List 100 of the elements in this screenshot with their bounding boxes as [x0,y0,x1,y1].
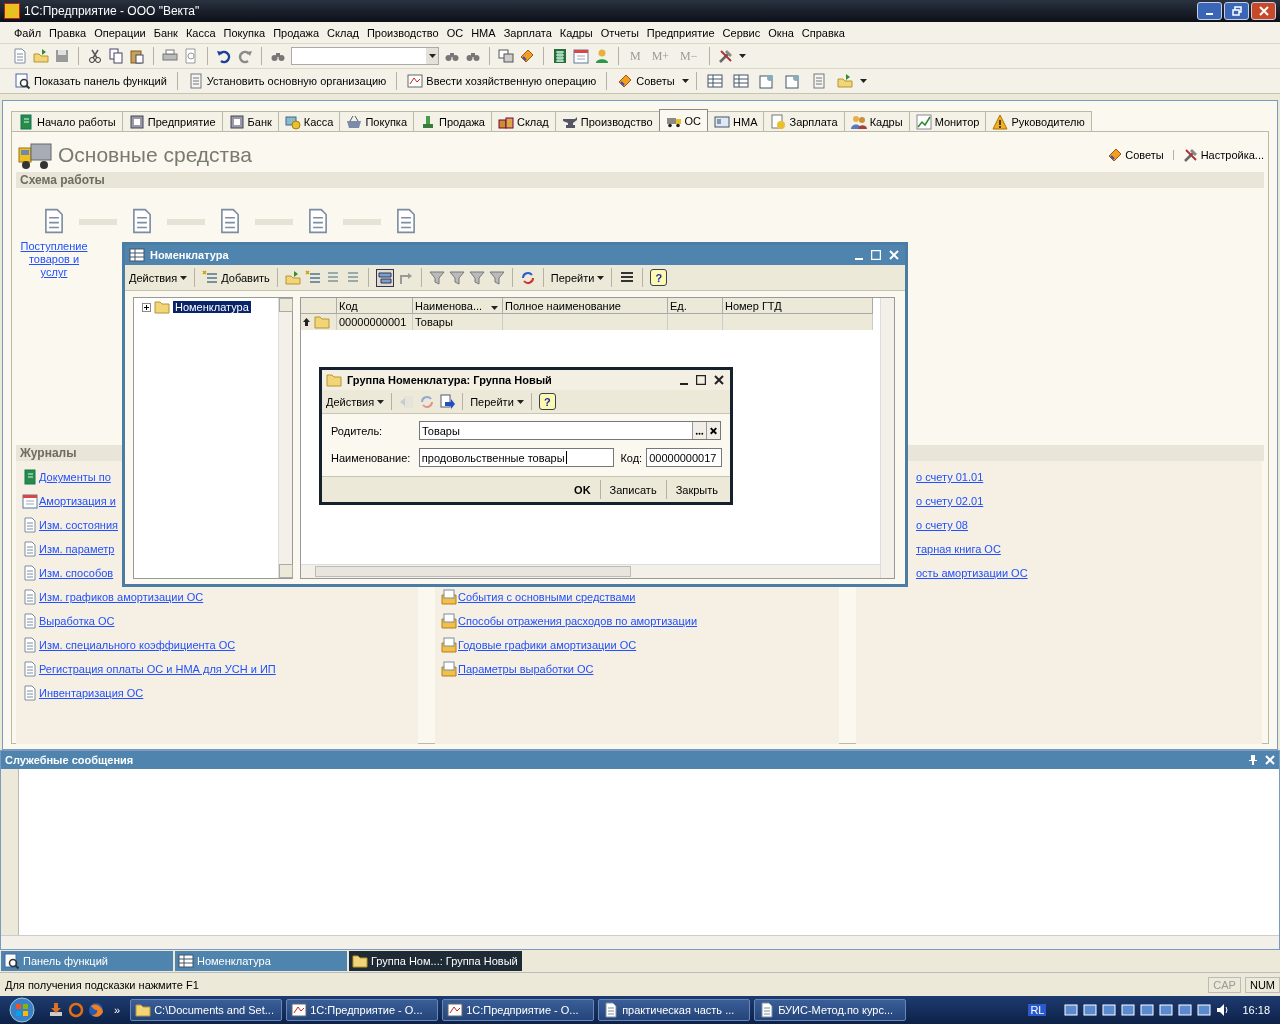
horizontal-scrollbar[interactable] [1,935,1279,949]
vertical-scrollbar[interactable] [880,298,894,578]
quick-launch-button[interactable] [88,1002,104,1018]
taskbar-button[interactable]: 1С:Предприятие - О... [286,999,439,1021]
menu-item[interactable]: Зарплата [499,24,556,41]
journal-link[interactable]: ость амортизации ОС [916,567,1028,579]
quick-launch-button[interactable] [48,1002,64,1018]
column-header[interactable]: Номер ГТД [723,298,873,314]
menu-item[interactable]: Отчеты [596,24,643,41]
column-header[interactable]: Наименова... [413,298,503,314]
actions-menu-button[interactable]: Действия [129,271,188,284]
language-indicator[interactable]: RL [1028,1004,1047,1016]
journal-link[interactable]: Изм. способов [39,567,114,579]
tab[interactable]: ОС [658,109,709,131]
tab[interactable]: Продажа [413,111,492,131]
menu-item[interactable]: Предприятие [642,24,719,41]
maximize-icon[interactable] [696,375,706,385]
window-tab[interactable]: Панель функций [1,951,173,971]
toolbar-button[interactable] [552,48,568,64]
window-tab[interactable]: Группа Ном...: Группа Новый [349,951,522,971]
menu-item[interactable]: НМА [467,24,500,41]
ok-button[interactable]: OK [568,483,597,496]
add-button[interactable]: Добавить [202,269,270,286]
goto-menu-button[interactable]: Перейти [550,271,605,284]
tab[interactable]: Банк [221,111,279,131]
quick-launch-button[interactable] [68,1002,84,1018]
tab[interactable]: Касса [277,111,341,131]
tab[interactable]: Кадры [843,111,910,131]
journal-link[interactable]: о счету 01.01 [916,471,984,483]
set-organization-button[interactable]: Установить основную организацию [184,73,390,89]
journal-link[interactable]: Способы отражения расходов по амортизации [458,615,698,627]
tab[interactable]: Зарплата [763,111,845,131]
hierarchy-toggle-button[interactable] [375,268,394,287]
journal-link[interactable]: События с основными средствами [458,591,636,603]
toolbar-button[interactable] [108,48,124,64]
journal-link[interactable]: Амортизация и [39,495,116,507]
menu-item[interactable]: Правка [45,24,91,41]
actions-menu-button[interactable]: Действия [326,395,385,408]
journal-link[interactable]: Годовые графики амортизации ОС [458,639,637,651]
taskbar-button[interactable]: БУИС-Метод.по курс... [754,999,907,1021]
journal-link[interactable]: Выработка ОС [39,615,115,627]
menu-item[interactable]: Покупка [219,24,270,41]
menu-item[interactable]: Банк [149,24,182,41]
tab[interactable]: Руководителю [985,111,1092,131]
menu-item[interactable]: Справка [797,24,849,41]
tips-link[interactable]: Советы [1107,147,1164,163]
journal-link[interactable]: Документы по [39,471,111,483]
pin-icon[interactable] [1249,755,1257,765]
more-button[interactable]: » [114,1004,121,1016]
window-tab[interactable]: Номенклатура [175,951,347,971]
close-icon[interactable] [714,375,724,385]
menu-item[interactable]: Файл [10,24,46,41]
close-button[interactable]: Закрыть [669,483,724,496]
name-field[interactable]: продовольственные товары [418,448,615,467]
horizontal-scrollbar[interactable] [301,564,880,578]
taskbar-button[interactable]: 1С:Предприятие - О... [442,999,595,1021]
help-button[interactable]: ? [650,269,668,286]
goto-menu-button[interactable]: Перейти [470,395,524,408]
toolbar-button[interactable] [519,48,535,64]
menu-item[interactable]: Продажа [269,24,324,41]
menu-item[interactable]: ОС [442,24,468,41]
vertical-scrollbar[interactable] [278,298,292,578]
help-button[interactable]: ? [538,393,556,410]
toolbar-button[interactable] [439,393,456,410]
restore-button[interactable] [1224,2,1249,20]
code-field[interactable]: 00000000017 [646,448,722,467]
menu-item[interactable]: Касса [181,24,220,41]
settings-link[interactable]: Настройка... [1182,147,1264,163]
clear-icon[interactable] [706,422,720,439]
journal-link[interactable]: о счету 08 [916,519,968,531]
journal-link[interactable]: Параметры выработки ОС [458,663,594,675]
more-icon[interactable] [692,422,706,439]
menu-item[interactable]: Склад [323,24,363,41]
journal-link[interactable]: Изм. графиков амортизации ОС [39,591,204,603]
menu-item[interactable]: Сервис [718,24,765,41]
minimize-button[interactable] [1197,2,1222,20]
search-combo[interactable] [291,47,439,65]
journal-link[interactable]: о счету 02.01 [916,495,984,507]
enter-operation-button[interactable]: Ввести хозяйственную операцию [404,73,600,89]
column-header[interactable]: Код [337,298,413,314]
show-panel-button[interactable]: Показать панель функций [12,73,170,89]
journal-link[interactable]: Регистрация оплаты ОС и НМА для УСН и ИП [39,663,276,675]
expand-icon[interactable] [142,302,151,312]
column-header[interactable]: Полное наименование [503,298,668,314]
close-button[interactable] [1251,2,1276,20]
scrollbar-thumb[interactable] [315,566,631,577]
menu-item[interactable]: Окна [764,24,798,41]
menu-item[interactable]: Производство [362,24,443,41]
toolbar-button[interactable] [717,48,734,64]
tab[interactable]: Покупка [339,111,415,131]
taskbar-button[interactable]: C:\Documents and Set... [130,999,283,1021]
journal-link[interactable]: Изм. параметр [39,543,115,555]
tab[interactable]: НМА [707,111,765,131]
toolbar-button[interactable] [216,48,232,64]
save-button[interactable]: Записать [603,483,663,496]
toolbar-button[interactable] [87,48,103,64]
journal-link[interactable]: Изм. специального коэффициента ОС [39,639,236,651]
journal-link[interactable]: тарная книга ОС [916,543,1001,555]
menu-item[interactable]: Операции [90,24,150,41]
toolbar-button[interactable] [129,48,145,64]
